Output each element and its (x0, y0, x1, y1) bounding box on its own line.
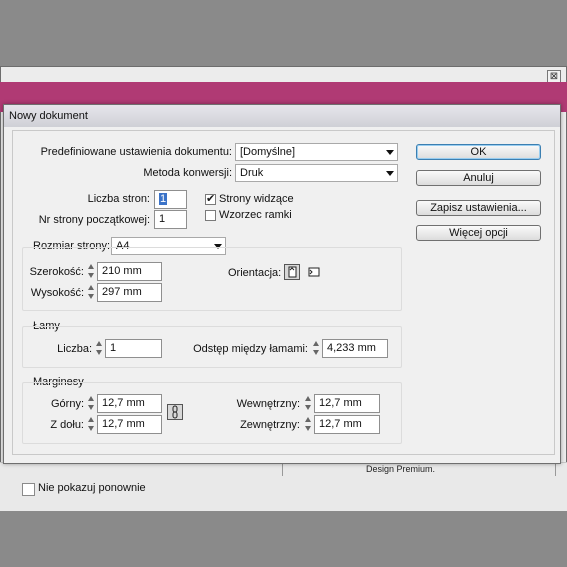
columns-number-stepper[interactable] (96, 339, 105, 358)
master-frame-label: Wzorzec ramki (219, 209, 292, 221)
chevron-down-icon (386, 171, 394, 176)
margin-inside-value: 12,7 mm (319, 397, 362, 409)
facing-pages-label: Strony widzące (219, 193, 294, 205)
columns-number-value: 1 (110, 342, 117, 354)
arrow-down-icon (88, 273, 94, 278)
margin-top-value: 12,7 mm (102, 397, 145, 409)
background-footer-text: Design Premium. (366, 464, 436, 474)
pages-label: Liczba stron: (87, 193, 150, 205)
portrait-orientation-icon[interactable] (284, 264, 300, 280)
preset-label: Predefiniowane ustawienia dokumentu: (40, 146, 232, 158)
height-input[interactable]: 297 mm (97, 283, 162, 302)
gutter-stepper[interactable] (313, 339, 322, 358)
margin-outside-input[interactable]: 12,7 mm (314, 415, 380, 434)
pages-input[interactable]: 1 (154, 190, 187, 209)
save-preset-button[interactable]: Zapisz ustawienia... (416, 200, 541, 216)
margins-group (22, 382, 402, 444)
columns-number-input[interactable]: 1 (105, 339, 162, 358)
dont-show-again-label: Nie pokazuj ponownie (38, 482, 146, 494)
arrow-up-icon (88, 285, 94, 290)
more-options-button[interactable]: Więcej opcji (416, 225, 541, 241)
arrow-down-icon (305, 426, 311, 431)
margin-top-label: Górny: (50, 398, 84, 410)
arrow-up-icon (88, 396, 94, 401)
arrow-up-icon (88, 264, 94, 269)
width-input[interactable]: 210 mm (97, 262, 162, 281)
intent-value: Druk (240, 167, 264, 179)
margin-top-stepper[interactable] (88, 394, 97, 413)
margin-inside-label: Wewnętrzny: (236, 398, 300, 410)
width-stepper[interactable] (88, 262, 97, 281)
arrow-down-icon (96, 350, 102, 355)
start-page-label: Nr strony początkowej: (38, 214, 150, 226)
arrow-up-icon (305, 417, 311, 422)
gutter-label: Odstęp między łamami: (193, 343, 308, 355)
margin-inside-stepper[interactable] (305, 394, 314, 413)
dont-show-again-checkbox[interactable] (22, 483, 35, 496)
arrow-down-icon (88, 294, 94, 299)
intent-dropdown[interactable]: Druk (235, 164, 398, 182)
gutter-value: 4,233 mm (327, 342, 376, 354)
margin-outside-stepper[interactable] (305, 415, 314, 434)
margin-bottom-label: Z dołu: (50, 419, 84, 431)
orientation-label: Orientacja: (228, 267, 282, 279)
page-size-group (22, 247, 402, 311)
dialog-title: Nowy dokument (9, 110, 88, 122)
preset-value: [Domyślne] (240, 146, 296, 158)
arrow-up-icon (88, 417, 94, 422)
margin-outside-label: Zewnętrzny: (240, 419, 300, 431)
columns-number-label: Liczba: (57, 343, 92, 355)
height-value: 297 mm (102, 286, 142, 298)
chevron-down-icon (386, 150, 394, 155)
arrow-up-icon (305, 396, 311, 401)
arrow-up-icon (313, 341, 319, 346)
margin-inside-input[interactable]: 12,7 mm (314, 394, 380, 413)
height-stepper[interactable] (88, 283, 97, 302)
start-page-input[interactable]: 1 (154, 210, 187, 229)
margin-bottom-stepper[interactable] (88, 415, 97, 434)
ok-button[interactable]: OK (416, 144, 541, 160)
preset-dropdown[interactable]: [Domyślne] (235, 143, 398, 161)
pages-value: 1 (159, 193, 168, 205)
width-value: 210 mm (102, 265, 142, 277)
master-frame-checkbox[interactable] (205, 210, 216, 221)
landscape-orientation-icon[interactable] (306, 264, 322, 280)
arrow-up-icon (96, 341, 102, 346)
facing-pages-checkbox[interactable]: ✔ (205, 193, 216, 205)
checkmark-icon: ✔ (206, 193, 216, 205)
intent-label: Metoda konwersji: (143, 167, 232, 179)
margin-top-input[interactable]: 12,7 mm (97, 394, 162, 413)
arrow-down-icon (305, 405, 311, 410)
chain-link-icon[interactable] (167, 404, 183, 420)
gutter-input[interactable]: 4,233 mm (322, 339, 388, 358)
margin-outside-value: 12,7 mm (319, 418, 362, 430)
cancel-button[interactable]: Anuluj (416, 170, 541, 186)
margin-bottom-input[interactable]: 12,7 mm (97, 415, 162, 434)
width-label: Szerokość: (29, 266, 84, 278)
margin-bottom-value: 12,7 mm (102, 418, 145, 430)
arrow-down-icon (313, 350, 319, 355)
arrow-down-icon (88, 405, 94, 410)
arrow-down-icon (88, 426, 94, 431)
height-label: Wysokość: (30, 287, 84, 299)
start-page-value: 1 (159, 213, 166, 225)
